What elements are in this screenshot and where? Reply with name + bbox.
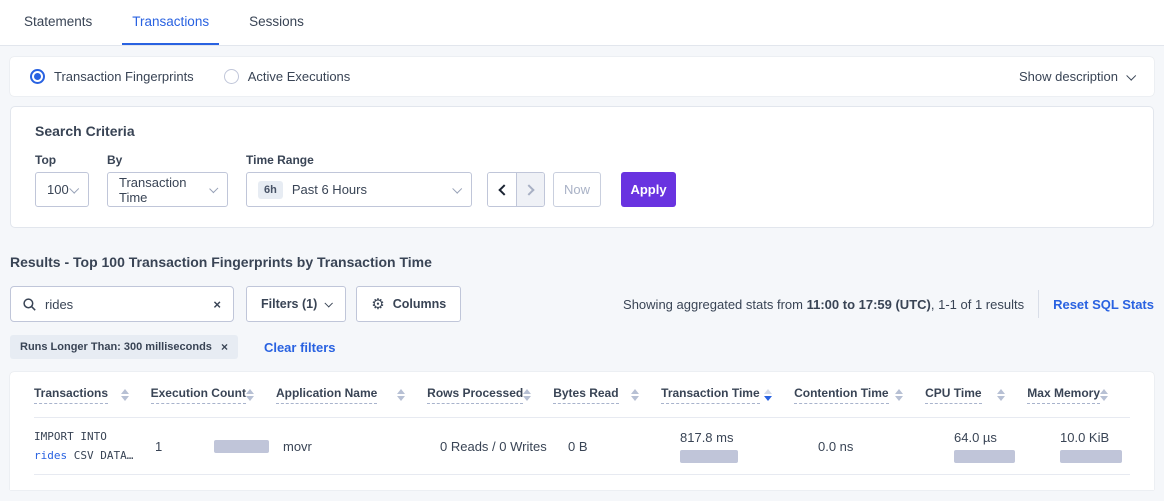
transaction-fingerprint-link[interactable]: rides [34,449,67,462]
sort-icon [397,389,405,401]
now-button[interactable]: Now [553,172,601,207]
radio-active-executions[interactable]: Active Executions [224,69,351,84]
column-header-application-name[interactable]: Application Name [276,386,427,404]
filter-chips-row: Runs Longer Than: 300 milliseconds × Cle… [10,335,1154,359]
chevron-down-icon [325,299,333,307]
cell-execution-count: 1 [155,439,283,454]
results-toolbar: × Filters (1) ⚙ Columns Showing aggregat… [10,286,1154,322]
toolbar-divider [1038,290,1039,318]
chevron-right-icon [523,184,534,195]
filters-button[interactable]: Filters (1) [246,286,346,322]
time-range-select[interactable]: 6h Past 6 Hours [246,172,472,207]
column-header-max-memory[interactable]: Max Memory [1027,386,1130,404]
table-header-row: Transactions Execution Count Application… [34,372,1130,418]
transaction-time-bar [680,450,738,463]
radio-label: Transaction Fingerprints [54,69,194,84]
stats-time-range: 11:00 to 17:59 (UTC) [807,297,931,312]
clear-filters-link[interactable]: Clear filters [264,340,336,355]
time-range-badge: 6h [258,181,283,199]
aggregated-stats-text: Showing aggregated stats from 11:00 to 1… [623,297,1024,312]
search-criteria-title: Search Criteria [35,123,1129,139]
results-heading: Results - Top 100 Transaction Fingerprin… [10,254,1154,270]
chevron-down-icon [1126,71,1136,81]
view-toggle-bar: Transaction Fingerprints Active Executio… [10,57,1154,96]
radio-unselected-icon [224,69,239,84]
page-tabs: Statements Transactions Sessions [0,0,1164,46]
radio-label: Active Executions [248,69,351,84]
top-select-value: 100 [47,182,69,197]
cpu-time-bar [954,450,1015,463]
cell-rows-processed: 0 Reads / 0 Writes [440,439,568,454]
column-header-execution-count[interactable]: Execution Count [151,386,276,404]
chevron-left-icon [498,184,509,195]
chevron-down-icon [69,184,79,194]
cell-bytes-read: 0 B [568,439,680,454]
sort-icon [523,389,531,401]
top-select[interactable]: 100 [35,172,89,207]
columns-button-label: Columns [393,297,446,311]
filters-button-label: Filters (1) [261,297,317,311]
column-header-cpu-time[interactable]: CPU Time [925,386,1027,404]
apply-button[interactable]: Apply [621,172,676,207]
tab-sessions[interactable]: Sessions [239,0,314,45]
cell-contention-time: 0.0 ns [818,439,954,454]
column-header-contention-time[interactable]: Contention Time [794,386,925,404]
sort-icon [895,389,903,401]
show-description-toggle[interactable]: Show description [1019,69,1134,84]
sort-icon [121,389,129,401]
filter-chip: Runs Longer Than: 300 milliseconds × [10,335,238,359]
execution-count-bar [214,440,269,453]
results-table: Transactions Execution Count Application… [10,372,1154,490]
top-label: Top [35,153,89,167]
sort-icon [1100,389,1108,401]
radio-transaction-fingerprints[interactable]: Transaction Fingerprints [30,69,194,84]
by-select-value: Transaction Time [119,175,210,205]
tab-transactions[interactable]: Transactions [122,0,219,45]
search-input[interactable] [45,297,204,312]
filter-chip-label: Runs Longer Than: 300 milliseconds [20,341,212,353]
cell-max-memory: 10.0 KiB [1060,430,1130,463]
sort-icon [246,389,254,401]
time-prev-button[interactable] [488,173,516,206]
max-memory-bar [1060,450,1122,463]
sort-icon-active-desc [764,389,772,401]
time-next-button[interactable] [516,173,544,206]
by-label: By [107,153,228,167]
cell-transaction-fingerprint: IMPORT INTO rides CSV DATA… [34,427,155,466]
cell-transaction-time: 817.8 ms [680,430,818,463]
time-range-nav [487,172,545,207]
cell-cpu-time: 64.0 µs [954,430,1060,463]
cell-application-name: movr [283,439,440,454]
show-description-label: Show description [1019,69,1118,84]
column-header-transactions[interactable]: Transactions [34,386,151,404]
column-header-bytes-read[interactable]: Bytes Read [553,386,661,404]
search-clear-icon[interactable]: × [213,298,221,311]
by-select[interactable]: Transaction Time [107,172,228,207]
search-box[interactable]: × [10,286,234,322]
chip-close-icon[interactable]: × [221,341,228,353]
gear-icon: ⚙ [371,295,384,313]
radio-selected-icon [30,69,45,84]
reset-sql-stats-link[interactable]: Reset SQL Stats [1053,297,1154,312]
column-header-transaction-time[interactable]: Transaction Time [661,386,794,404]
chevron-down-icon [209,184,219,194]
tab-statements[interactable]: Statements [14,0,102,45]
search-criteria-panel: Search Criteria Top 100 By Transaction T… [10,106,1154,228]
search-icon [23,298,36,311]
column-header-rows-processed[interactable]: Rows Processed [427,386,553,404]
time-range-value: Past 6 Hours [292,182,367,197]
columns-button[interactable]: ⚙ Columns [356,286,461,322]
sort-icon [631,389,639,401]
sort-icon [997,389,1005,401]
time-range-label: Time Range [246,153,472,167]
table-row: IMPORT INTO rides CSV DATA… 1 movr 0 Rea… [34,418,1130,475]
chevron-down-icon [452,184,462,194]
